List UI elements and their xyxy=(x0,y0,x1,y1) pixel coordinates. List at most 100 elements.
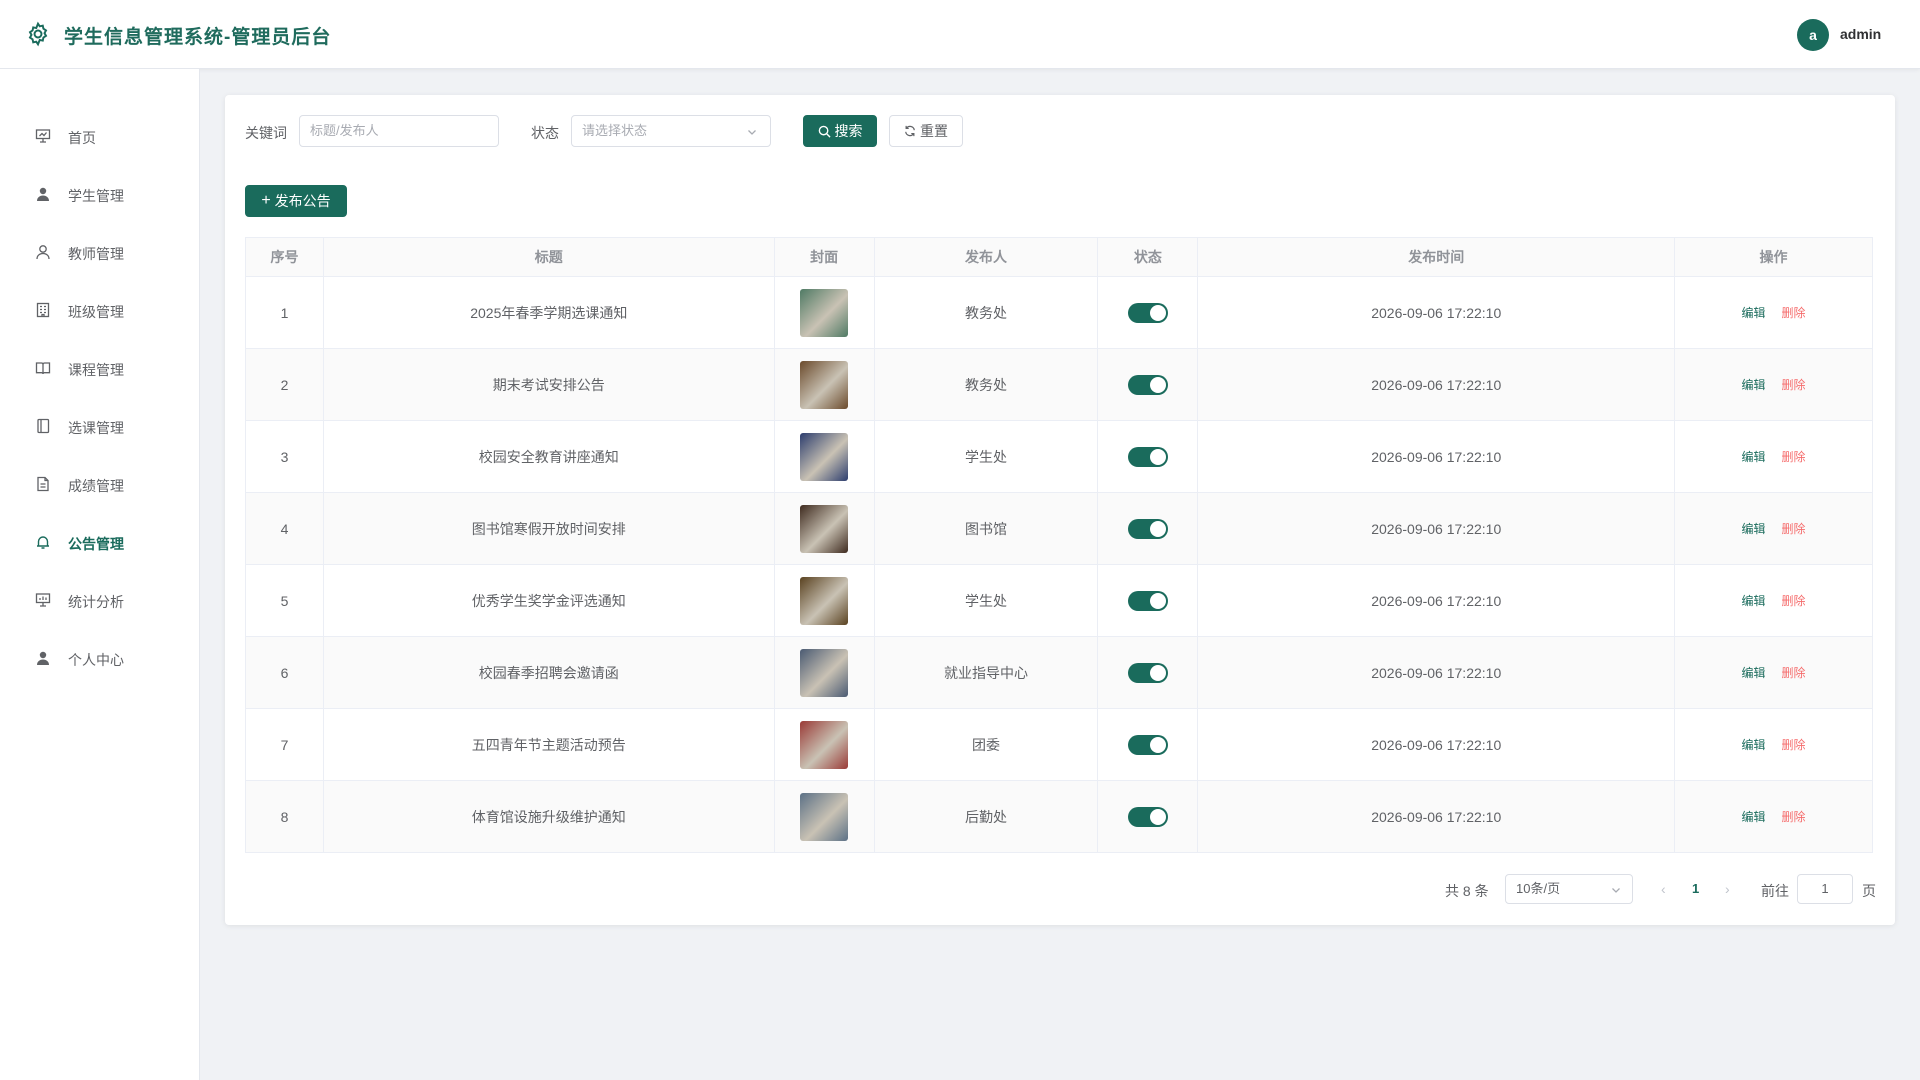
edit-link[interactable]: 编辑 xyxy=(1742,738,1766,752)
user-filled-icon xyxy=(37,187,49,201)
edit-link[interactable]: 编辑 xyxy=(1742,450,1766,464)
sidebar-item-classes[interactable]: 班级管理 xyxy=(0,290,199,330)
cover-image[interactable] xyxy=(800,360,849,409)
sidebar-item-announcements[interactable]: 公告管理 xyxy=(0,522,199,562)
cell-cover xyxy=(773,492,875,565)
cell-actions: 编辑 删除 xyxy=(1674,564,1873,637)
cell-time: 2026-09-06 17:22:10 xyxy=(1197,492,1676,565)
cover-image[interactable] xyxy=(800,648,849,697)
edit-link[interactable]: 编辑 xyxy=(1742,306,1766,320)
delete-link[interactable]: 删除 xyxy=(1782,378,1806,392)
column-header-time[interactable]: 发布时间 xyxy=(1197,237,1676,277)
column-header-index[interactable]: 序号 xyxy=(245,237,324,277)
goto-label: 前往 xyxy=(1761,883,1789,899)
cell-index: 3 xyxy=(245,420,324,493)
keyword-label: 关键词 xyxy=(245,125,287,141)
chevron-down-icon xyxy=(1612,888,1620,893)
cell-title: 2025年春季学期选课通知 xyxy=(322,276,775,349)
avatar[interactable]: a xyxy=(1797,19,1829,51)
status-toggle[interactable] xyxy=(1127,734,1168,755)
cell-status xyxy=(1097,348,1199,421)
search-button[interactable]: 搜索 xyxy=(803,115,877,147)
cell-time: 2026-09-06 17:22:10 xyxy=(1197,708,1676,781)
goto-page-input[interactable]: 1 xyxy=(1797,874,1853,904)
next-page-icon[interactable]: › xyxy=(1725,881,1730,897)
sidebar-item-profile[interactable]: 个人中心 xyxy=(0,638,199,678)
sidebar-item-enrollment[interactable]: 选课管理 xyxy=(0,406,199,446)
keyword-input[interactable]: 标题/发布人 xyxy=(299,115,499,147)
sidebar-item-grades[interactable]: 成绩管理 xyxy=(0,464,199,504)
top-header: 学生信息管理系统-管理员后台 a admin xyxy=(0,0,1920,69)
cell-title: 图书馆寒假开放时间安排 xyxy=(322,492,775,565)
delete-link[interactable]: 删除 xyxy=(1782,450,1806,464)
status-toggle[interactable] xyxy=(1127,806,1168,827)
page-number-current[interactable]: 1 xyxy=(1692,881,1699,896)
sidebar-item-courses[interactable]: 课程管理 xyxy=(0,348,199,388)
cell-cover xyxy=(773,564,875,637)
status-select[interactable]: 请选择状态 xyxy=(571,115,771,147)
sidebar-item-label: 课程管理 xyxy=(68,362,124,378)
delete-link[interactable]: 删除 xyxy=(1782,306,1806,320)
cover-image[interactable] xyxy=(800,288,849,337)
cell-status xyxy=(1097,780,1199,853)
delete-link[interactable]: 删除 xyxy=(1782,594,1806,608)
sidebar-item-students[interactable]: 学生管理 xyxy=(0,174,199,214)
page-unit-label: 页 xyxy=(1862,883,1876,899)
cell-actions: 编辑 删除 xyxy=(1674,636,1873,709)
prev-page-icon[interactable]: ‹ xyxy=(1661,881,1666,897)
cell-actions: 编辑 删除 xyxy=(1674,348,1873,421)
column-header-actions[interactable]: 操作 xyxy=(1674,237,1873,277)
status-label: 状态 xyxy=(531,125,559,141)
cover-image[interactable] xyxy=(800,720,849,769)
sidebar-item-teachers[interactable]: 教师管理 xyxy=(0,232,199,272)
delete-link[interactable]: 删除 xyxy=(1782,738,1806,752)
building-icon xyxy=(36,302,50,318)
page-size-select[interactable]: 10条/页 xyxy=(1505,874,1633,904)
cell-index: 5 xyxy=(245,564,324,637)
cell-index: 1 xyxy=(245,276,324,349)
sidebar-item-statistics[interactable]: 统计分析 xyxy=(0,580,199,620)
cover-image[interactable] xyxy=(800,792,849,841)
table-row: 7 五四青年节主题活动预告 团委 2026-09-06 17:22:10 编辑 删除 xyxy=(245,708,1873,781)
cell-actions: 编辑 删除 xyxy=(1674,780,1873,853)
edit-link[interactable]: 编辑 xyxy=(1742,594,1766,608)
status-toggle[interactable] xyxy=(1127,662,1168,683)
username[interactable]: admin xyxy=(1840,26,1881,42)
cell-cover xyxy=(773,780,875,853)
cell-publisher: 学生处 xyxy=(873,564,1099,637)
status-toggle[interactable] xyxy=(1127,446,1168,467)
sidebar-item-home[interactable]: 首页 xyxy=(0,116,199,156)
announcement-table: 序号 标题 封面 发布人 状态 发布时间 操作 1 2025年春季学期选课通知 教务… xyxy=(245,237,1873,853)
cover-image[interactable] xyxy=(800,504,849,553)
cell-title: 优秀学生奖学金评选通知 xyxy=(322,564,775,637)
status-toggle[interactable] xyxy=(1127,590,1168,611)
cell-publisher: 图书馆 xyxy=(873,492,1099,565)
status-toggle[interactable] xyxy=(1127,518,1168,539)
sidebar: 首页 学生管理 教师管理 班级管理 课程管理 选课管理 成绩管理 公告管理 统计… xyxy=(0,69,200,1080)
column-header-title[interactable]: 标题 xyxy=(322,237,775,277)
status-toggle[interactable] xyxy=(1127,374,1168,395)
delete-link[interactable]: 删除 xyxy=(1782,666,1806,680)
edit-link[interactable]: 编辑 xyxy=(1742,522,1766,536)
user-icon xyxy=(36,245,50,260)
cell-status xyxy=(1097,420,1199,493)
column-header-status[interactable]: 状态 xyxy=(1097,237,1199,277)
cover-image[interactable] xyxy=(800,432,849,481)
sidebar-item-label: 班级管理 xyxy=(68,304,124,320)
publish-announcement-button[interactable]: + 发布公告 xyxy=(245,185,347,217)
user-filled-icon xyxy=(37,651,49,665)
delete-link[interactable]: 删除 xyxy=(1782,810,1806,824)
plus-icon: + xyxy=(261,192,271,209)
status-toggle[interactable] xyxy=(1127,302,1168,323)
column-header-publisher[interactable]: 发布人 xyxy=(873,237,1099,277)
column-header-cover[interactable]: 封面 xyxy=(773,237,875,277)
book-open-icon xyxy=(35,362,51,375)
reset-button[interactable]: 重置 xyxy=(889,115,963,147)
cell-status xyxy=(1097,636,1199,709)
edit-link[interactable]: 编辑 xyxy=(1742,810,1766,824)
cover-image[interactable] xyxy=(800,576,849,625)
edit-link[interactable]: 编辑 xyxy=(1742,666,1766,680)
status-select-placeholder: 请选择状态 xyxy=(582,123,648,138)
delete-link[interactable]: 删除 xyxy=(1782,522,1806,536)
edit-link[interactable]: 编辑 xyxy=(1742,378,1766,392)
